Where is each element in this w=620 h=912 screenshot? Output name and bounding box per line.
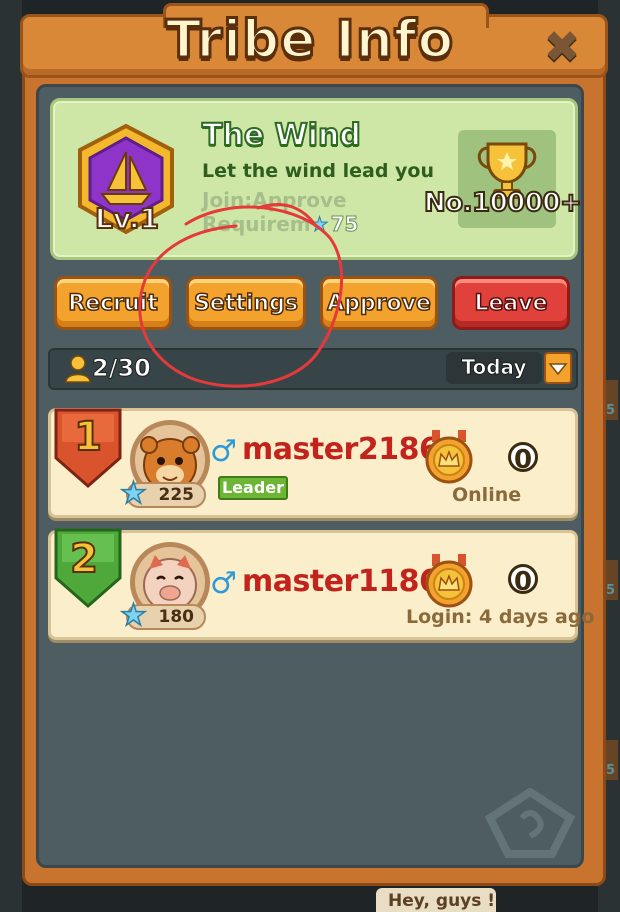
- star-icon: ★: [119, 597, 147, 634]
- close-button[interactable]: ✖: [538, 26, 586, 70]
- member-rank: 2: [69, 535, 99, 583]
- member-stars: 180: [158, 607, 195, 627]
- male-icon: ♂: [210, 566, 237, 601]
- close-icon: ✖: [543, 22, 581, 73]
- tribe-rank: No.10000+: [423, 187, 583, 219]
- member-status: Login: 4 days ago: [406, 606, 595, 628]
- tribe-motto: Let the wind lead you: [202, 160, 435, 182]
- tribe-level: Lv.1: [94, 201, 160, 236]
- tribe-logo-watermark: [484, 788, 576, 858]
- member-stars: 225: [158, 485, 195, 505]
- join-requirement: Requirem★ 75: [202, 212, 359, 237]
- crown-medal-icon: [425, 430, 473, 484]
- join-setting: Join:Approve: [202, 188, 347, 212]
- male-icon: ♂: [210, 434, 237, 469]
- star-icon: ★: [119, 475, 147, 512]
- requirement-value: 75: [330, 212, 359, 237]
- panel-title: Tribe Info: [164, 9, 455, 72]
- filter-dropdown-button[interactable]: [544, 352, 572, 384]
- background-left: [0, 0, 22, 912]
- requirement-label: Requirem: [202, 212, 311, 236]
- leave-button[interactable]: Leave: [452, 276, 570, 330]
- recruit-button[interactable]: Recruit: [54, 276, 172, 330]
- time-filter-select[interactable]: Today: [446, 352, 542, 384]
- chat-preview[interactable]: Hey, guys !: [376, 888, 496, 912]
- approve-button[interactable]: Approve: [320, 276, 438, 330]
- member-count: 2/30: [92, 354, 152, 383]
- tribe-name: The Wind: [201, 117, 362, 154]
- chevron-down-icon: [548, 363, 568, 376]
- member-rank: 1: [73, 413, 103, 461]
- leader-badge: Leader: [218, 476, 288, 500]
- crown-medal-icon: [425, 554, 473, 608]
- person-icon: [65, 355, 91, 383]
- member-status: Online: [452, 484, 522, 506]
- member-score: 0: [508, 442, 538, 475]
- star-icon: ★: [310, 212, 329, 237]
- settings-button[interactable]: Settings: [186, 276, 306, 330]
- member-score: 0: [508, 564, 538, 597]
